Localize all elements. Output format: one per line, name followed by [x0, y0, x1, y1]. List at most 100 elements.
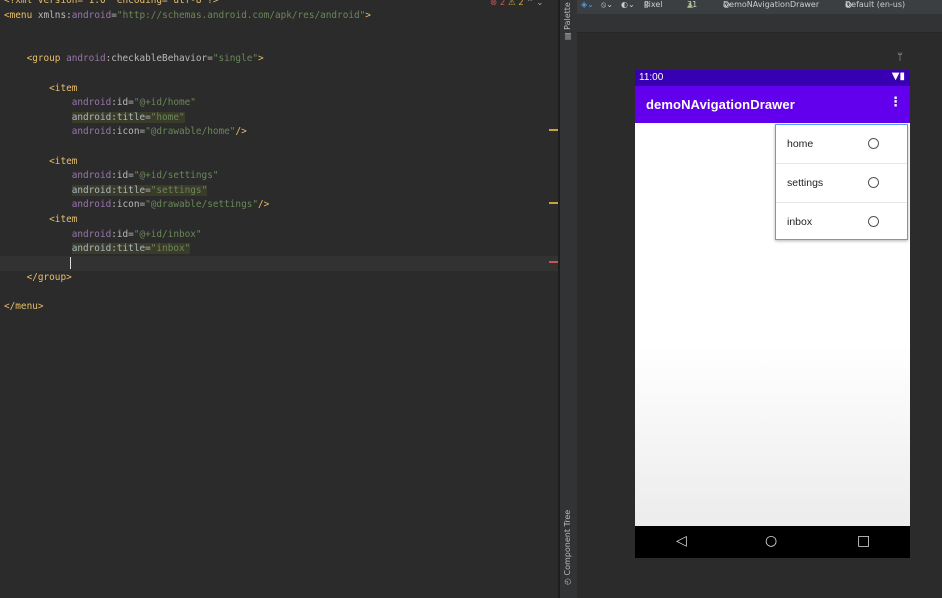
- radio-button[interactable]: [868, 138, 879, 149]
- code-line[interactable]: android:icon="@drawable/settings"/>: [4, 198, 371, 213]
- recents-icon[interactable]: □: [857, 533, 870, 549]
- code-line[interactable]: [4, 23, 371, 38]
- code-line[interactable]: </group>: [4, 271, 371, 286]
- menu-item-label: inbox: [787, 216, 813, 228]
- error-icon: ⊗: [490, 0, 498, 8]
- phone-nav-bar: ◁ ○ □: [635, 526, 910, 558]
- code-token: />: [235, 126, 247, 138]
- code-token: :id=: [111, 97, 134, 109]
- code-line[interactable]: [4, 140, 371, 155]
- code-line[interactable]: <?xml version="1.0" encoding="utf-8"?>: [4, 0, 371, 9]
- night-mode-icon[interactable]: ◐⌄: [621, 0, 635, 9]
- code-line[interactable]: android:id="@+id/home": [4, 96, 371, 111]
- code-token: android: [71, 97, 112, 109]
- code-token: :id=: [111, 170, 134, 182]
- code-line[interactable]: android:title="settings": [4, 184, 371, 199]
- warning-marker[interactable]: [549, 202, 558, 204]
- xml-code[interactable]: <?xml version="1.0" encoding="utf-8"?> <m…: [4, 0, 371, 315]
- palette-tab-label: Palette: [563, 2, 572, 30]
- code-token: android:title=: [71, 243, 151, 255]
- code-token: </group>: [26, 272, 72, 284]
- code-token: "http://schemas.android.com/apk/res/andr…: [116, 9, 366, 21]
- palette-tab[interactable]: ▤ Palette: [563, 2, 572, 40]
- code-token: android: [71, 170, 112, 182]
- code-line[interactable]: android:icon="@drawable/home"/>: [4, 125, 371, 140]
- code-token: android: [66, 53, 106, 65]
- back-icon[interactable]: ◁: [676, 533, 687, 549]
- device-dropdown[interactable]: ▯ Pixel ⌄: [644, 0, 663, 9]
- menu-item-inbox[interactable]: inbox: [776, 203, 907, 241]
- code-line[interactable]: <item: [4, 213, 371, 228]
- code-token: <group: [26, 53, 67, 65]
- code-token: :id=: [111, 228, 134, 240]
- theme-dropdown[interactable]: ◎ DemoNAvigationDrawer ⌄: [723, 0, 819, 9]
- overflow-menu-icon[interactable]: ⋮: [889, 95, 902, 110]
- code-token: "settings": [150, 184, 208, 196]
- code-token: <item: [49, 155, 78, 167]
- code-line[interactable]: <group android:checkableBehavior="single…: [4, 52, 371, 67]
- wifi-battery-icon: ▼▮: [891, 71, 905, 82]
- code-line[interactable]: [4, 286, 371, 301]
- error-marker[interactable]: [549, 261, 558, 263]
- code-line[interactable]: <item: [4, 82, 371, 97]
- warning-count: 2: [518, 0, 524, 8]
- app-title: demoNAvigationDrawer: [646, 97, 795, 112]
- code-token: "@drawable/home": [145, 126, 236, 138]
- code-token: :icon=: [111, 126, 146, 138]
- navigate-issues-icon[interactable]: ⌃ ⌄: [526, 0, 543, 8]
- warning-marker[interactable]: [549, 129, 558, 131]
- code-token: >: [365, 9, 371, 21]
- code-line[interactable]: [4, 38, 371, 53]
- code-token: "@+id/inbox": [133, 228, 202, 240]
- code-line[interactable]: android:title="inbox": [4, 242, 371, 257]
- code-editor[interactable]: <?xml version="1.0" encoding="utf-8"?> <m…: [0, 0, 558, 598]
- code-token: >: [258, 53, 264, 65]
- preview-subtoolbar: [577, 14, 942, 33]
- component-tree-tab-label: Component Tree: [563, 509, 572, 576]
- code-line[interactable]: [4, 257, 371, 272]
- warning-icon: ⚠: [507, 0, 516, 8]
- locale-label: Default (en-us): [845, 0, 906, 9]
- code-line[interactable]: <menu xmlns:android="http://schemas.andr…: [4, 9, 371, 24]
- phone-status-bar: 11:00 ▼▮: [635, 70, 910, 86]
- code-token: <item: [49, 213, 78, 225]
- pin-icon[interactable]: ᛘ: [897, 52, 903, 63]
- component-tree-tab[interactable]: ◴ Component Tree: [563, 510, 572, 585]
- code-line[interactable]: <item: [4, 155, 371, 170]
- code-token: </menu>: [4, 301, 44, 313]
- inspection-status[interactable]: ⊗ 2 ⚠ 2 ⌃ ⌄: [490, 0, 543, 8]
- orientation-icon[interactable]: ⦸⌄: [601, 0, 613, 10]
- menu-item-settings[interactable]: settings: [776, 164, 907, 203]
- code-token: :checkableBehavior=: [105, 53, 213, 65]
- status-time: 11:00: [639, 72, 664, 83]
- code-token: "@+id/home": [133, 97, 196, 109]
- code-line[interactable]: </menu>: [4, 300, 371, 315]
- radio-button[interactable]: [868, 177, 879, 188]
- code-token: xmlns:: [37, 9, 72, 21]
- code-line[interactable]: android:title="home": [4, 111, 371, 126]
- code-token: "inbox": [150, 243, 191, 255]
- home-icon[interactable]: ○: [765, 533, 777, 549]
- api-dropdown[interactable]: ▲ 31 ⌄: [687, 0, 697, 9]
- code-token: "single": [212, 53, 259, 65]
- side-tool-strip: ▤ Palette ◴ Component Tree: [560, 0, 578, 598]
- code-line[interactable]: android:id="@+id/inbox": [4, 228, 371, 243]
- text-caret: [70, 257, 71, 269]
- design-surface-icon[interactable]: ◈⌄: [581, 0, 594, 9]
- code-line[interactable]: [4, 67, 371, 82]
- menu-item-home[interactable]: home: [776, 125, 907, 164]
- code-line[interactable]: android:id="@+id/settings": [4, 169, 371, 184]
- code-token: android: [71, 126, 112, 138]
- code-token: <?xml version="1.0" encoding="utf-8"?>: [4, 0, 219, 6]
- radio-button[interactable]: [868, 216, 879, 227]
- preview-toolbar: ◈⌄ ⦸⌄ ◐⌄ ▯ Pixel ⌄ ▲ 31 ⌄ ◎ DemoNAvigati…: [577, 0, 942, 14]
- locale-dropdown[interactable]: ◍ Default (en-us) ⌄: [845, 0, 905, 9]
